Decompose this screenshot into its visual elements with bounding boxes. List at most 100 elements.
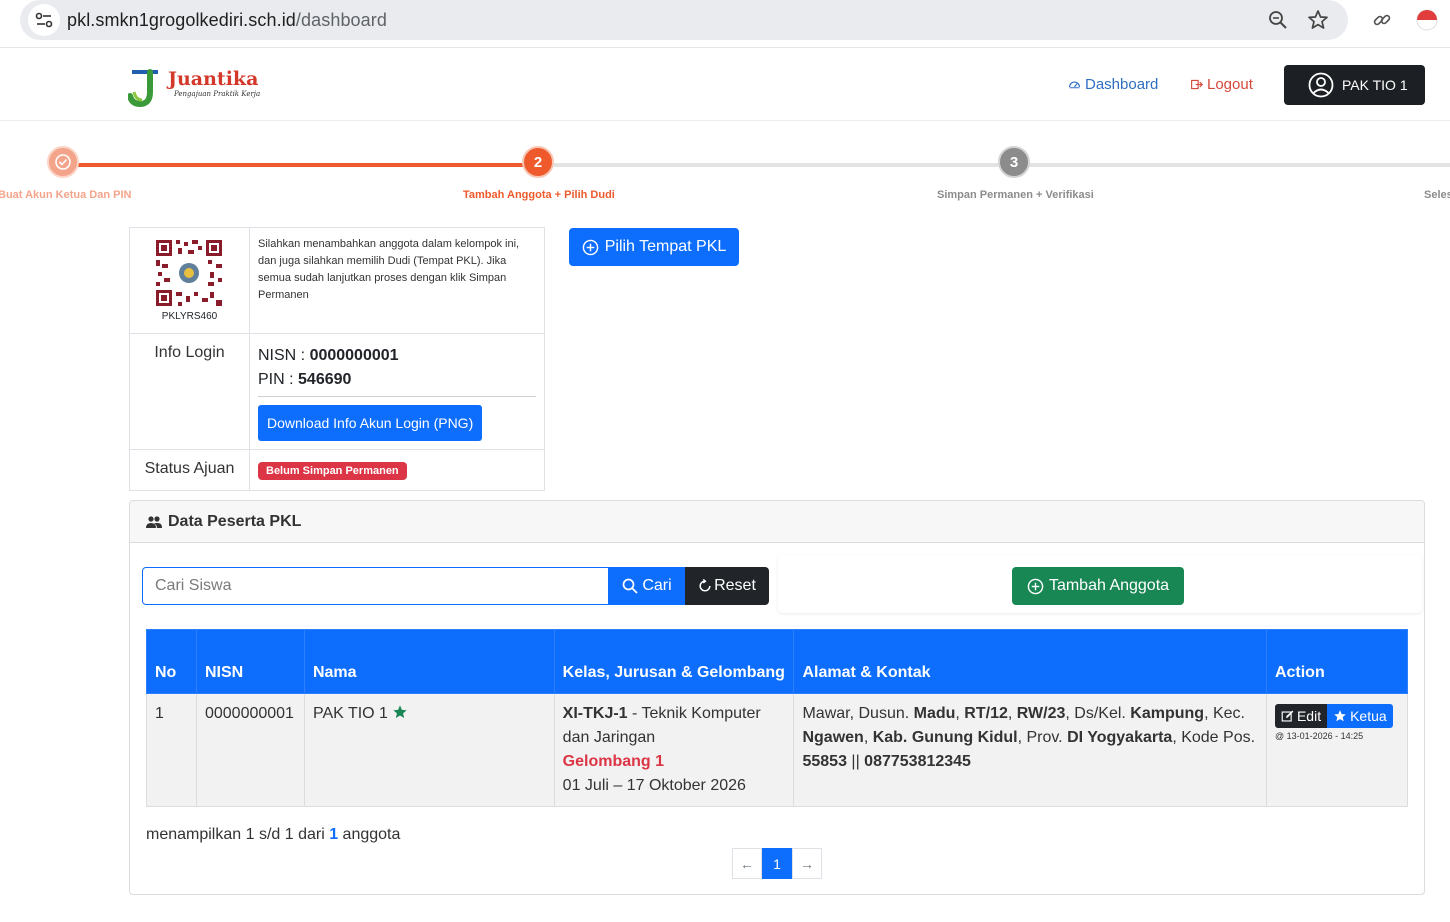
alamat-text: , Ds/Kel.	[1065, 705, 1131, 722]
card-title: Data Peserta PKL	[168, 512, 302, 530]
search-group: Cari Reset	[142, 567, 769, 605]
status-badge: Belum Simpan Permanen	[258, 462, 407, 480]
nav-logout[interactable]: Logout	[1190, 76, 1253, 93]
periode-text: 01 Juli – 17 Oktober 2026	[562, 777, 746, 794]
alamat-text: , Prov.	[1017, 729, 1068, 746]
status-label: Status Ajuan	[129, 449, 250, 491]
column-header-nisn[interactable]: NISN	[195, 629, 305, 694]
add-member-panel: Tambah Anggota	[778, 555, 1422, 613]
reset-button[interactable]: Reset	[685, 567, 769, 605]
logo-tagline: Pengajuan Praktik Kerja	[174, 90, 261, 98]
showing-prefix: menampilkan 1 s/d 1 dari	[146, 826, 330, 843]
people-icon	[146, 515, 162, 528]
step-3-label: Simpan Permanen + Verifikasi	[937, 189, 1094, 201]
alamat-provinsi: DI Yogyakarta	[1067, 729, 1173, 746]
speedometer-icon	[1069, 81, 1080, 89]
url-path: /dashboard	[295, 10, 387, 30]
status-cell: Belum Simpan Permanen	[249, 449, 545, 491]
pager-page-1[interactable]: 1	[762, 848, 792, 879]
link-extension-icon[interactable]	[1370, 8, 1394, 32]
nisn-label: NISN :	[258, 347, 310, 364]
column-header-action[interactable]: Action	[1265, 629, 1409, 694]
data-peserta-card: Data Peserta PKL Cari Reset Tamba	[129, 500, 1425, 895]
cell-action: Edit Ketua @ 13-01-2026 - 14:25	[1265, 693, 1409, 807]
juantika-logo[interactable]: Juantika Pengajuan Praktik Kerja	[128, 64, 260, 108]
login-info-label: Info Login	[129, 333, 250, 450]
nisn-line: NISN : 0000000001	[258, 344, 536, 368]
reset-label: Reset	[714, 577, 756, 594]
search-icon	[622, 578, 638, 594]
flag-extension-icon[interactable]	[1415, 8, 1439, 32]
card-header: Data Peserta PKL	[130, 501, 1424, 543]
pin-label: PIN :	[258, 371, 299, 388]
alamat-kabupaten: Kab. Gunung Kidul	[872, 729, 1018, 746]
leader-star-icon	[393, 705, 408, 718]
search-input[interactable]	[142, 567, 609, 605]
contact-phone: 087753812345	[864, 753, 971, 770]
column-header-kelas[interactable]: Kelas, Jurusan & Gelombang	[553, 629, 795, 694]
plus-circle-icon	[582, 239, 599, 255]
alamat-separator: ||	[846, 753, 865, 770]
ketua-label: Ketua	[1350, 708, 1387, 724]
pager-next-button[interactable]: →	[792, 848, 822, 879]
bookmark-star-icon[interactable]	[1306, 8, 1330, 32]
tambah-anggota-button[interactable]: Tambah Anggota	[1012, 567, 1184, 605]
alamat-text: Mawar, Dusun.	[802, 705, 914, 722]
showing-count: 1	[329, 826, 339, 843]
nav-dashboard[interactable]: Dashboard	[1068, 76, 1158, 93]
pin-value: 546690	[298, 371, 352, 388]
pagination-summary: menampilkan 1 s/d 1 dari 1 anggota	[146, 826, 400, 844]
user-name: PAK TIO 1	[1342, 77, 1408, 93]
pilih-tempat-pkl-label: Pilih Tempat PKL	[604, 238, 727, 255]
user-avatar-icon	[1308, 72, 1334, 98]
peserta-table: No NISN Nama Kelas, Jurusan & Gelombang …	[146, 629, 1409, 807]
step-1-circle	[47, 146, 79, 178]
site-info-button[interactable]	[28, 4, 60, 36]
pilih-tempat-pkl-button[interactable]: Pilih Tempat PKL	[569, 228, 739, 266]
nav-logout-label: Logout	[1207, 76, 1253, 93]
gelombang-text: Gelombang 1	[562, 753, 665, 770]
column-header-alamat[interactable]: Alamat & Kontak	[793, 629, 1267, 694]
alamat-desa: Kampung	[1130, 705, 1205, 722]
step-2-circle: 2	[522, 146, 554, 178]
logout-icon	[1191, 79, 1203, 90]
action-buttons: Edit Ketua	[1274, 704, 1399, 728]
pin-line: PIN : 546690	[258, 368, 536, 392]
instruction-text: Silahkan menambahkan anggota dalam kelom…	[249, 227, 545, 334]
download-login-info-button[interactable]: Download Info Akun Login (PNG)	[258, 405, 483, 441]
plus-circle-icon	[1027, 578, 1044, 594]
edit-label: Edit	[1296, 708, 1322, 724]
alamat-kecamatan: Ngawen	[802, 729, 864, 746]
pager-prev-button[interactable]: ←	[732, 848, 762, 879]
updated-timestamp: @ 13-01-2026 - 14:25	[1274, 731, 1364, 741]
ketua-button[interactable]: Ketua	[1327, 704, 1393, 728]
table-row: 1 0000000001 PAK TIO 1 XI-TKJ-1 - Teknik…	[146, 693, 1409, 807]
cari-button[interactable]: Cari	[609, 567, 685, 605]
reset-icon	[699, 579, 711, 592]
alamat-text: , Kec.	[1204, 705, 1245, 722]
step-1-label: Buat Akun Ketua Dan PIN	[0, 189, 132, 201]
cell-no: 1	[146, 693, 197, 807]
column-header-nama[interactable]: Nama	[303, 629, 555, 694]
cell-nisn: 0000000001	[195, 693, 305, 807]
edit-icon	[1281, 710, 1294, 722]
star-icon	[1334, 710, 1346, 722]
browser-toolbar: pkl.smkn1grogolkediri.sch.id/dashboard	[0, 0, 1450, 48]
step-line-pending	[538, 163, 1450, 167]
url-text[interactable]: pkl.smkn1grogolkediri.sch.id/dashboard	[67, 10, 387, 31]
alamat-kodepos: 55853	[802, 753, 847, 770]
pagination: ← 1 →	[732, 848, 822, 879]
zoom-icon[interactable]	[1266, 8, 1290, 32]
user-menu-button[interactable]: PAK TIO 1	[1284, 65, 1425, 105]
qr-code-image	[154, 238, 224, 308]
table-header-row: No NISN Nama Kelas, Jurusan & Gelombang …	[146, 629, 1409, 694]
column-header-no[interactable]: No	[146, 629, 197, 694]
cell-nama: PAK TIO 1	[303, 693, 555, 807]
nav-dashboard-label: Dashboard	[1085, 76, 1159, 93]
edit-button[interactable]: Edit	[1274, 704, 1328, 728]
check-circle-icon	[55, 154, 71, 170]
app-header: Juantika Pengajuan Praktik Kerja Dashboa…	[0, 48, 1450, 121]
showing-suffix: anggota	[338, 826, 401, 843]
address-bar[interactable]: pkl.smkn1grogolkediri.sch.id/dashboard	[20, 0, 1348, 40]
step-4-label: Seles	[1424, 189, 1450, 201]
